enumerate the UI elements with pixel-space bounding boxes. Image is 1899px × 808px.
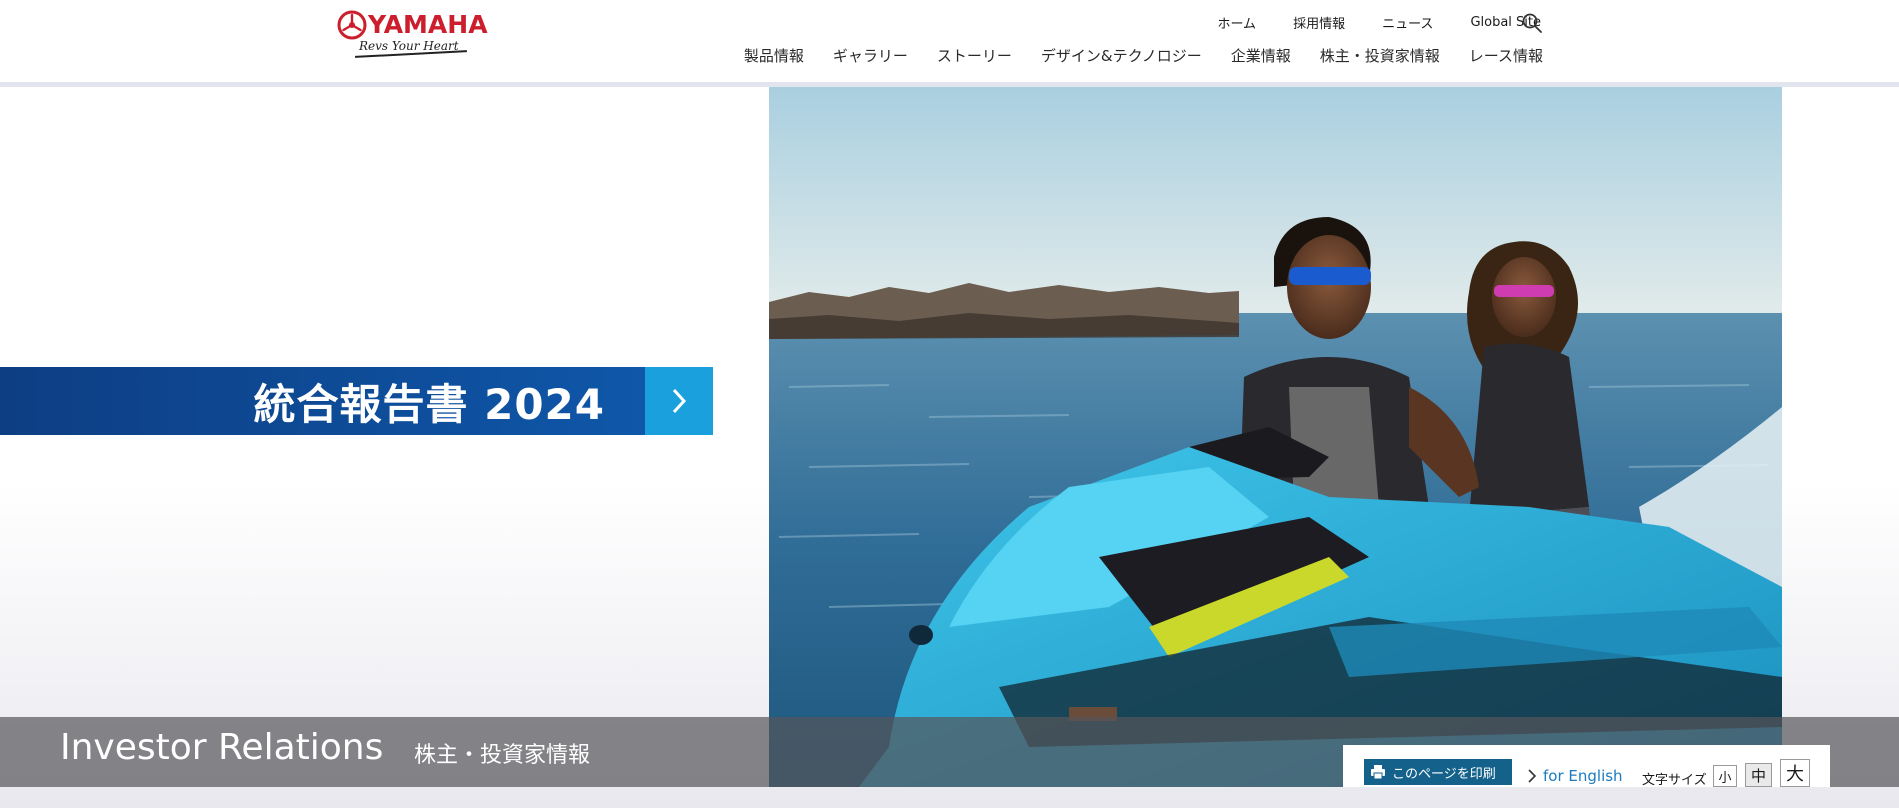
utility-nav: ホーム 採用情報 ニュース Global Site [1217,12,1541,32]
main-nav-gallery[interactable]: ギャラリー [833,45,908,66]
utility-nav-home[interactable]: ホーム [1217,13,1256,32]
main-nav: 製品情報 ギャラリー ストーリー デザイン&テクノロジー 企業情報 株主・投資家… [744,44,1543,66]
chevron-right-icon [1528,769,1537,783]
main-nav-design-technology[interactable]: デザイン&テクノロジー [1041,45,1202,66]
page-tools: このページを印刷 for English 文字サイズ 小 中 大 [1343,745,1830,788]
banner-title: 統合報告書 2024 [253,379,605,429]
site-header: YAMAHA Revs Your Heart ホーム 採用情報 ニュース Glo… [0,0,1899,82]
page-title: Investor Relations [60,727,384,768]
font-size-small-button[interactable]: 小 [1713,765,1737,787]
main-nav-racing[interactable]: レース情報 [1469,45,1543,66]
font-size-label: 文字サイズ [1642,773,1707,788]
font-size-medium-button[interactable]: 中 [1745,763,1772,787]
printer-icon [1371,765,1385,780]
print-button[interactable]: このページを印刷 [1364,759,1512,785]
banner-label[interactable]: 統合報告書 2024 [0,367,645,435]
english-link[interactable]: for English [1527,767,1623,785]
watercraft-photo [769,87,1782,787]
utility-nav-news[interactable]: ニュース [1382,13,1433,32]
print-button-label: このページを印刷 [1392,766,1496,782]
utility-nav-careers[interactable]: 採用情報 [1293,13,1345,32]
english-link-label: for English [1543,767,1623,785]
hero-photo [769,87,1782,787]
main-nav-stories[interactable]: ストーリー [937,45,1012,66]
banner-arrow-button[interactable] [645,367,713,435]
main-nav-investors[interactable]: 株主・投資家情報 [1320,45,1440,66]
integrated-report-banner[interactable]: 統合報告書 2024 [0,367,713,435]
page-subtitle: 株主・投資家情報 [414,743,591,768]
font-size-large-button[interactable]: 大 [1780,759,1810,787]
logo-wordmark: YAMAHA [368,10,488,39]
main-nav-corporate[interactable]: 企業情報 [1231,45,1291,66]
main-nav-products[interactable]: 製品情報 [744,45,804,66]
search-icon[interactable] [1521,12,1543,34]
yamaha-logo[interactable]: YAMAHA Revs Your Heart [337,8,488,58]
tuning-fork-logo-icon [337,10,367,40]
chevron-right-icon [672,388,687,414]
